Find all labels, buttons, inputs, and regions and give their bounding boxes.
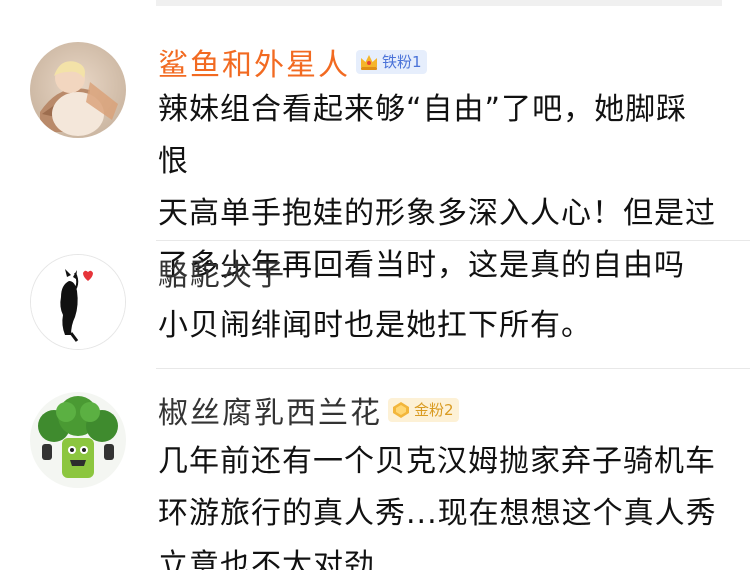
divider (156, 240, 750, 241)
user-avatar[interactable] (30, 254, 126, 350)
user-avatar[interactable] (30, 392, 126, 488)
diamond-icon (390, 399, 412, 421)
divider (156, 368, 750, 369)
user-avatar-photo-icon (30, 42, 126, 138)
comment-text: 小贝闹绯闻时也是她扛下所有。 (158, 308, 592, 343)
username[interactable]: 椒丝腐乳西兰花 (158, 388, 382, 432)
top-divider (156, 0, 722, 6)
comment-header: 駱駝夾子 (158, 250, 286, 294)
fan-badge-label: 金粉2 (414, 401, 454, 419)
user-avatar[interactable] (30, 42, 126, 138)
crown-icon (358, 51, 380, 73)
fan-badge[interactable]: 金粉2 (388, 398, 459, 422)
username[interactable]: 駱駝夾子 (158, 250, 286, 294)
black-cat-avatar-icon (31, 255, 125, 349)
comment-header: 椒丝腐乳西兰花 金粉2 (158, 388, 459, 432)
fan-badge[interactable]: 铁粉1 (356, 50, 427, 74)
comment-list: 鲨鱼和外星人 铁粉1 辣妹组合看起来够“自由”了吧，她脚踩恨 天高单手抱娃的形象… (0, 0, 750, 570)
fan-badge-label: 铁粉1 (382, 53, 422, 71)
username[interactable]: 鲨鱼和外星人 (158, 40, 350, 84)
comment-header: 鲨鱼和外星人 铁粉1 (158, 40, 427, 84)
comment-text: 几年前还有一个贝克汉姆抛家弃子骑机车 环游旅行的真人秀...现在想想这个真人秀 … (158, 444, 717, 570)
broccoli-avatar-icon (30, 392, 126, 488)
